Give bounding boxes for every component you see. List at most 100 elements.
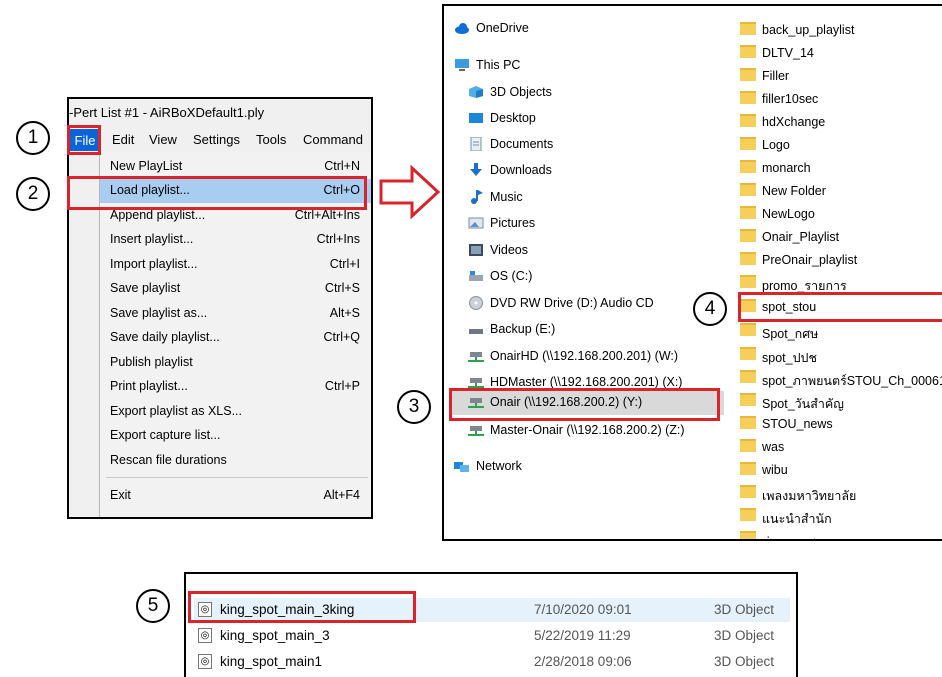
3d-object-file-icon: ◎ <box>198 628 212 643</box>
folder-label: back_up_playlist <box>762 23 855 37</box>
drive-icon <box>469 329 483 334</box>
folder-icon <box>740 416 756 429</box>
desktop-icon <box>469 113 483 123</box>
menu-item-label: New PlayList <box>110 159 183 173</box>
folder-icon <box>740 439 756 452</box>
folder-label: NewLogo <box>762 207 815 221</box>
folder-label: แนะนำสำนัก <box>762 512 832 526</box>
step-2-marker: 2 <box>16 177 50 211</box>
nav-label: Pictures <box>490 216 536 230</box>
document-icon <box>470 137 482 151</box>
menu-item-publish-playlist[interactable]: Publish playlist <box>100 351 371 375</box>
folder-label: Logo <box>762 138 790 152</box>
nav-label: Network <box>476 459 522 473</box>
menu-item-label: Append playlist... <box>110 208 206 222</box>
folder-label: PreOnair_playlist <box>762 253 858 267</box>
menu-item-shortcut: Ctrl+I <box>329 257 360 271</box>
menu-item-save-playlist-as[interactable]: Save playlist as... Alt+S <box>100 302 371 326</box>
step-3-marker: 3 <box>397 390 431 424</box>
menu-item-print-playlist[interactable]: Print playlist... Ctrl+P <box>100 375 371 399</box>
folder-label: filler10sec <box>762 92 819 106</box>
nav-label: OneDrive <box>476 21 529 35</box>
folder-icon <box>740 68 756 81</box>
folder-icon <box>740 183 756 196</box>
folder-icon <box>740 370 756 383</box>
step-4-marker: 4 <box>693 292 727 326</box>
folder-label: Spot_กศษ <box>762 327 819 341</box>
cube-icon <box>469 86 483 98</box>
folder-label: spot_ภาพยนตร์STOU_Ch_00061 <box>762 374 942 388</box>
folder-icon <box>740 160 756 173</box>
menu-item-label: Rescan file durations <box>110 453 227 467</box>
network-drive-icon <box>468 352 484 362</box>
menu-settings[interactable]: Settings <box>193 132 240 147</box>
folder-label: Spot_วันสำคัญ <box>762 397 844 411</box>
folder-label: monarch <box>762 161 811 175</box>
menu-item-shortcut: Alt+S <box>329 306 360 320</box>
menu-item-insert-playlist[interactable]: Insert playlist... Ctrl+Ins <box>100 228 371 252</box>
menu-view[interactable]: View <box>149 132 177 147</box>
folder-label: Onair_Playlist <box>762 230 840 244</box>
folder-label: wibu <box>762 463 788 477</box>
folder-icon <box>740 114 756 127</box>
menu-item-label: Print playlist... <box>110 379 188 393</box>
videos-icon <box>469 244 483 256</box>
menu-item-rescan-durations[interactable]: Rescan file durations <box>100 449 371 473</box>
folder-icon <box>740 531 756 539</box>
menu-item-shortcut: Ctrl+P <box>324 379 360 393</box>
step-1-marker: 1 <box>16 121 50 155</box>
file-row-king-spot-main-3[interactable]: ◎ king_spot_main_3 5/22/2019 11:29 3D Ob… <box>194 624 790 648</box>
menu-command[interactable]: Command <box>303 132 363 147</box>
menu-item-shortcut: Ctrl+S <box>324 281 360 295</box>
folder-icon <box>740 22 756 35</box>
folder-label: was <box>762 440 785 454</box>
file-date: 7/10/2020 09:01 <box>534 602 632 617</box>
folder-icon <box>740 137 756 150</box>
menu-item-save-playlist[interactable]: Save playlist Ctrl+S <box>100 277 371 301</box>
folder-label: spot_ปปช <box>762 351 817 365</box>
menu-item-shortcut: Ctrl+Alt+Ins <box>294 208 360 222</box>
menu-item-export-capture-list[interactable]: Export capture list... <box>100 424 371 448</box>
nav-label: Videos <box>490 243 528 257</box>
menu-item-exit[interactable]: Exit Alt+F4 <box>100 484 371 508</box>
menu-item-shortcut: Ctrl+Q <box>323 330 360 344</box>
folder-icon <box>740 508 756 521</box>
nav-label: This PC <box>476 58 521 72</box>
nav-label: Desktop <box>490 111 536 125</box>
folder-label: STOU_news <box>762 417 833 431</box>
step-5-marker: 5 <box>136 589 170 623</box>
folder-label: DLTV_14 <box>762 46 814 60</box>
menu-item-shortcut: Ctrl+Ins <box>316 232 360 246</box>
menu-item-save-daily-playlist[interactable]: Save daily playlist... Ctrl+Q <box>100 326 371 350</box>
menu-edit[interactable]: Edit <box>112 132 134 147</box>
nav-label: Master-Onair (\\192.168.200.2) (Z:) <box>490 423 685 437</box>
network-icon <box>454 462 469 472</box>
nav-label: OS (C:) <box>490 269 533 283</box>
computer-icon <box>455 59 469 71</box>
folder-icon <box>740 45 756 58</box>
folder-icon <box>740 206 756 219</box>
file-type: 3D Object <box>714 654 775 669</box>
nav-label: Music <box>490 190 523 204</box>
menu-item-label: Save daily playlist... <box>110 330 220 344</box>
file-name: king_spot_main1 <box>220 654 323 669</box>
folder-icon <box>740 347 756 360</box>
menu-item-export-xls[interactable]: Export playlist as XLS... <box>100 400 371 424</box>
download-icon <box>470 163 482 176</box>
network-drive-icon <box>468 426 484 436</box>
highlight-spot-stou <box>738 292 942 322</box>
menu-item-import-playlist[interactable]: Import playlist... Ctrl+I <box>100 253 371 277</box>
menu-item-shortcut: Alt+F4 <box>323 488 360 502</box>
menu-item-label: Export capture list... <box>110 428 221 442</box>
nav-label: 3D Objects <box>490 85 552 99</box>
folder-icon <box>740 393 756 406</box>
highlight-load-playlist <box>67 176 367 210</box>
window-title: -Pert List #1 - AiRBoXDefault1.ply <box>69 105 265 120</box>
network-drive-icon <box>468 378 484 388</box>
menu-item-label: Publish playlist <box>110 355 193 369</box>
nav-label: Backup (E:) <box>490 322 556 336</box>
dvd-icon <box>469 296 483 310</box>
file-row-king-spot-main1[interactable]: ◎ king_spot_main1 2/28/2018 09:06 3D Obj… <box>194 650 790 674</box>
folder-icon <box>740 323 756 336</box>
menu-tools[interactable]: Tools <box>256 132 286 147</box>
